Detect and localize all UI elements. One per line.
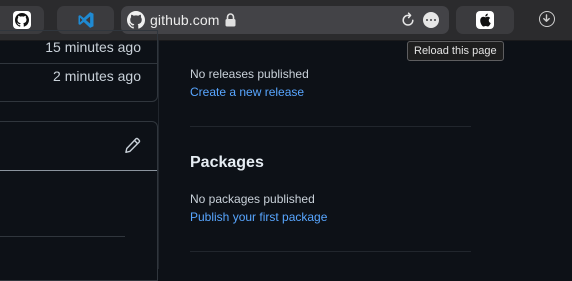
lock-icon (225, 13, 236, 27)
commit-time: 15 minutes ago (45, 39, 141, 55)
card-header-divider (0, 170, 157, 171)
column-divider (158, 40, 159, 269)
packages-empty-text: No packages published (190, 192, 315, 206)
apple-icon (476, 11, 494, 29)
download-icon[interactable] (539, 11, 555, 27)
packages-heading: Packages (190, 154, 264, 171)
left-column: 15 minutes ago 2 minutes ago (0, 30, 160, 281)
repo-sidebar: No releases published Create a new relea… (190, 40, 572, 269)
divider (0, 63, 157, 64)
address-bar[interactable]: github.com (121, 6, 449, 34)
pinned-tab-apple[interactable] (456, 6, 514, 34)
reload-icon[interactable] (400, 12, 416, 28)
github-icon (127, 11, 145, 29)
section-divider (190, 251, 471, 252)
url-text[interactable]: github.com (150, 12, 219, 28)
divider (0, 236, 125, 237)
more-options-icon[interactable] (423, 12, 439, 28)
commit-time: 2 minutes ago (53, 68, 141, 84)
section-divider (190, 126, 471, 127)
github-icon (13, 11, 31, 29)
readme-card (0, 121, 158, 281)
create-release-link[interactable]: Create a new release (190, 85, 304, 99)
publish-package-link[interactable]: Publish your first package (190, 210, 327, 224)
vscode-icon (78, 12, 93, 28)
commit-list-card: 15 minutes ago 2 minutes ago (0, 30, 158, 102)
pencil-icon[interactable] (124, 137, 141, 154)
releases-empty-text: No releases published (190, 67, 309, 81)
reload-tooltip: Reload this page (407, 41, 504, 61)
